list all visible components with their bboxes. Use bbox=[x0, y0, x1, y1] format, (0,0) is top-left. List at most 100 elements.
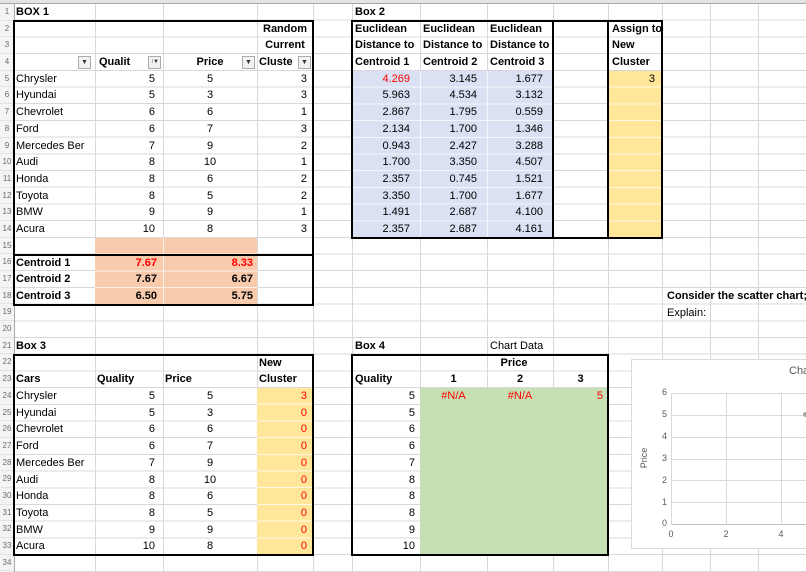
table-row[interactable]: Hyundai 5 3 3 bbox=[14, 87, 313, 104]
table-row[interactable]: Chevrolet 6 6 0 bbox=[14, 421, 313, 438]
cell[interactable]: 2 bbox=[257, 138, 313, 155]
table-row[interactable]: Centroid 3 6.50 5.75 bbox=[14, 288, 313, 305]
cell[interactable]: 5 bbox=[95, 388, 163, 405]
table-row[interactable]: 5 #N/A #N/A 5 bbox=[352, 388, 608, 405]
cell[interactable]: Chrysler bbox=[14, 71, 95, 88]
column-header[interactable]: Distance to bbox=[352, 37, 420, 54]
cell[interactable]: 5 bbox=[163, 505, 257, 522]
cell[interactable]: 5 bbox=[163, 388, 257, 405]
column-header[interactable]: Centroid 3 bbox=[487, 54, 553, 71]
cell[interactable] bbox=[553, 204, 608, 221]
cell[interactable] bbox=[420, 472, 487, 489]
row-header-4[interactable]: 4 bbox=[0, 54, 14, 71]
cell[interactable] bbox=[608, 104, 662, 121]
cell[interactable]: Acura bbox=[14, 538, 95, 555]
column-header[interactable]: Euclidean bbox=[352, 21, 420, 38]
column-header[interactable]: Euclidean bbox=[420, 21, 487, 38]
cell[interactable]: 7 bbox=[163, 438, 257, 455]
box1-cluster-header[interactable]: Cluste bbox=[257, 54, 299, 71]
cell[interactable]: 3.350 bbox=[352, 188, 420, 205]
cell[interactable] bbox=[420, 438, 487, 455]
table-row[interactable]: Acura 10 8 3 bbox=[14, 221, 313, 238]
cell[interactable]: 1.700 bbox=[420, 188, 487, 205]
row-header-18[interactable]: 18 bbox=[0, 288, 14, 305]
filter-dropdown-icon[interactable]: ▼ bbox=[242, 56, 255, 69]
row-header-7[interactable]: 7 bbox=[0, 104, 14, 121]
cell[interactable]: 6.67 bbox=[163, 271, 257, 288]
cell[interactable]: 0 bbox=[257, 538, 313, 555]
column-header[interactable]: Centroid 2 bbox=[420, 54, 487, 71]
cell[interactable]: 10 bbox=[352, 538, 420, 555]
table-row[interactable]: 2.867 1.795 0.559 bbox=[352, 104, 662, 121]
cell[interactable]: 1.700 bbox=[352, 154, 420, 171]
cell[interactable]: 2.357 bbox=[352, 221, 420, 238]
cell[interactable]: 2.867 bbox=[352, 104, 420, 121]
row-header-gutter[interactable]: 1 2 3 4 5 6 7 8 9 10 11 12 13 14 15 16 17 18 19 20 21 22 23 24 2… bbox=[0, 4, 14, 572]
cell[interactable]: 5 bbox=[95, 405, 163, 422]
cell[interactable]: 5 bbox=[163, 71, 257, 88]
row-header-32[interactable]: 32 bbox=[0, 521, 14, 538]
cell[interactable]: 5 bbox=[163, 188, 257, 205]
cell[interactable] bbox=[553, 488, 608, 505]
cell[interactable]: 9 bbox=[95, 522, 163, 539]
cell[interactable]: Toyota bbox=[14, 188, 95, 205]
cell[interactable]: 0 bbox=[257, 472, 313, 489]
cell[interactable]: 10 bbox=[163, 154, 257, 171]
cell[interactable] bbox=[608, 204, 662, 221]
cell[interactable]: 3.145 bbox=[420, 71, 487, 88]
centroid-label[interactable]: Centroid 3 bbox=[14, 288, 95, 305]
cell[interactable]: 4.534 bbox=[420, 87, 487, 104]
row-header-26[interactable]: 26 bbox=[0, 421, 14, 438]
column-header[interactable]: Euclidean bbox=[487, 21, 553, 38]
column-header[interactable]: Cluster bbox=[608, 54, 662, 71]
cell[interactable]: 6 bbox=[352, 438, 420, 455]
cell[interactable]: 10 bbox=[95, 538, 163, 555]
note-explain[interactable]: Explain: bbox=[667, 305, 706, 322]
cell[interactable]: 6 bbox=[163, 171, 257, 188]
row-header-29[interactable]: 29 bbox=[0, 471, 14, 488]
row-header-22[interactable]: 22 bbox=[0, 354, 14, 372]
cell[interactable]: 6 bbox=[95, 121, 163, 138]
cell[interactable] bbox=[420, 405, 487, 422]
cell[interactable] bbox=[553, 138, 608, 155]
cell[interactable]: 6 bbox=[95, 421, 163, 438]
cell[interactable]: 5 bbox=[352, 388, 420, 405]
cell[interactable]: 9 bbox=[163, 204, 257, 221]
cell[interactable]: Acura bbox=[14, 221, 95, 238]
cell[interactable] bbox=[487, 405, 553, 422]
cell[interactable]: 4.507 bbox=[487, 154, 553, 171]
cell[interactable] bbox=[553, 221, 608, 238]
table-row[interactable]: Mercedes Ber 7 9 2 bbox=[14, 138, 313, 155]
cell[interactable]: 3.288 bbox=[487, 138, 553, 155]
cell[interactable] bbox=[420, 538, 487, 555]
cell[interactable]: 2.427 bbox=[420, 138, 487, 155]
cell[interactable] bbox=[553, 154, 608, 171]
table-row[interactable]: Mercedes Ber 7 9 0 bbox=[14, 455, 313, 472]
cell[interactable] bbox=[553, 121, 608, 138]
cell[interactable]: 6 bbox=[163, 104, 257, 121]
table-row[interactable]: Centroid 1 7.67 8.33 bbox=[14, 255, 313, 272]
table-row[interactable]: 8 bbox=[352, 472, 608, 489]
row-header-23[interactable]: 23 bbox=[0, 371, 14, 388]
cell[interactable]: Ford bbox=[14, 121, 95, 138]
row-header-27[interactable]: 27 bbox=[0, 438, 14, 455]
cell[interactable]: 6 bbox=[95, 104, 163, 121]
row-header-25[interactable]: 25 bbox=[0, 405, 14, 422]
column-header[interactable]: New bbox=[608, 37, 662, 54]
table-row[interactable]: 3.350 1.700 1.677 bbox=[352, 188, 662, 205]
cell[interactable] bbox=[487, 455, 553, 472]
cell[interactable]: Audi bbox=[14, 154, 95, 171]
cell[interactable]: BMW bbox=[14, 522, 95, 539]
table-row[interactable]: Ford 6 7 3 bbox=[14, 121, 313, 138]
cell[interactable]: 1.795 bbox=[420, 104, 487, 121]
cell[interactable]: 10 bbox=[163, 472, 257, 489]
row-header-19[interactable]: 19 bbox=[0, 304, 14, 322]
cell[interactable] bbox=[487, 438, 553, 455]
note-scatter-chart[interactable]: Consider the scatter chart; she bbox=[667, 288, 806, 305]
row-header-9[interactable]: 9 bbox=[0, 138, 14, 155]
row-header-20[interactable]: 20 bbox=[0, 321, 14, 338]
cell[interactable]: 0 bbox=[257, 488, 313, 505]
cell[interactable]: 8 bbox=[95, 505, 163, 522]
cell[interactable]: 1.700 bbox=[420, 121, 487, 138]
scatter-chart[interactable]: Cha Price 6 5 4 3 2 1 0 0 2 4 bbox=[631, 359, 806, 549]
